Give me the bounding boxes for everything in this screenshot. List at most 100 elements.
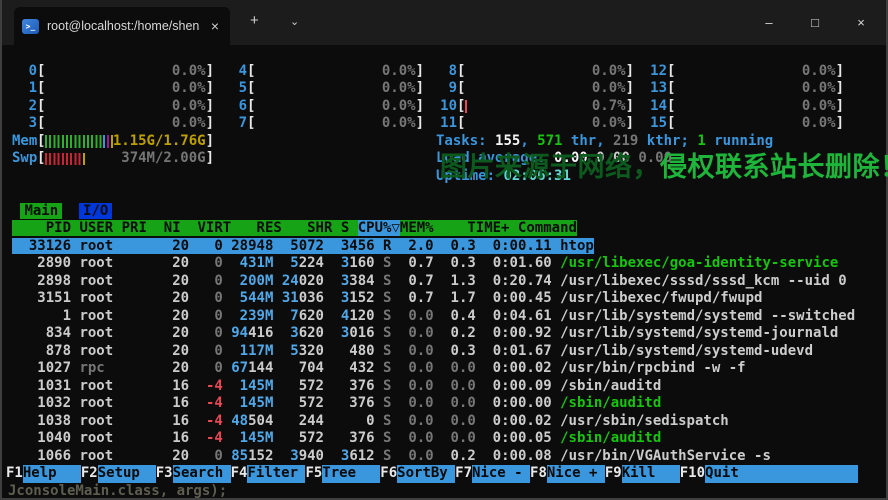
- fkey-quit[interactable]: F10 Quit: [679, 465, 858, 483]
- cpu-meter-8: 8[0.0%]: [448, 62, 634, 79]
- cpu-meter-13: 13[0.0%]: [650, 80, 844, 96]
- column-header-pid[interactable]: PID: [12, 220, 71, 236]
- close-button[interactable]: ×: [838, 0, 884, 45]
- mem-bar-cache: [107, 135, 110, 148]
- cpu-meter-row: 1[0.0%] 5[0.0%] 9[0.0%] 13[0.0%]: [12, 80, 876, 98]
- column-header-ni[interactable]: NI: [155, 220, 181, 236]
- column-header-res[interactable]: RES: [240, 220, 282, 236]
- background-artifact-text: JconsoleMain.class, args);: [8, 482, 228, 499]
- column-header-pri[interactable]: PRI: [122, 220, 147, 236]
- process-row: 2890 root 20 0 431M 5224 3160 S 0.7 0.3 …: [12, 255, 876, 273]
- process-row: 1066 root 20 0 85152 3940 3612 S 0.0 0.2…: [12, 448, 876, 466]
- column-header-time[interactable]: TIME+: [442, 220, 509, 236]
- process-row: 1032 root 16 -4 145M 572 376 S 0.0 0.0 0…: [12, 395, 876, 413]
- fkey-sortby[interactable]: F6 SortBy: [380, 465, 456, 483]
- fkey-search[interactable]: F3 Search: [155, 465, 231, 483]
- function-key-row: F1 Help F2 Setup F3 Search F4 Filter F5 Tree F6 Sor…: [6, 465, 876, 483]
- cpu-meter-5: 5[0.0%]: [238, 80, 424, 96]
- column-header-s[interactable]: S: [341, 220, 349, 236]
- process-row-text[interactable]: 1031 root 16 -4 145M 572 376 S 0.0 0.0 0…: [12, 378, 661, 394]
- cpu-meter-14: 14[0.0%]: [650, 97, 844, 114]
- mem-bars-used: [45, 135, 104, 148]
- table-header: PID USER PRI NI VIRT RES SHR S CPU%▽MEM%…: [12, 220, 577, 236]
- process-row: 1027 rpc 20 0 67144 704 432 S 0.0 0.0 0:…: [12, 360, 876, 378]
- htop-tab-bar: Main I/O: [12, 202, 876, 221]
- process-row: 834 root 20 0 94416 3620 3016 S 0.0 0.2 …: [12, 325, 876, 343]
- cpu-meter-15: 15[0.0%]: [650, 115, 844, 131]
- cpu-meter-row: 2[0.0%] 6[0.0%] 10[0.7%] 14[0.0%]: [12, 98, 876, 116]
- cpu-meter-7: 7[0.0%]: [238, 115, 424, 131]
- table-header-row: PID USER PRI NI VIRT RES SHR S CPU%▽MEM%…: [12, 220, 876, 238]
- column-header-cpu[interactable]: CPU%▽: [357, 220, 400, 236]
- title-bar: >_ root@localhost:/home/shensl × + ⌄ – □…: [2, 0, 886, 45]
- cpu-meter-6: 6[0.0%]: [238, 97, 424, 114]
- watermark-text: 图片来源于网络，侵权联系站长删除！: [440, 152, 888, 183]
- cpu-meter-3: 3[0.0%]: [28, 115, 214, 131]
- cpu-meter-row: 3[0.0%] 7[0.0%] 11[0.0%] 15[0.0%]: [12, 115, 876, 133]
- mem-meter: Mem[1.15G/1.76G]: [12, 132, 214, 149]
- cpu-meter-12: 12[0.0%]: [650, 62, 844, 79]
- swap-bars-used: [45, 152, 82, 165]
- terminal-tab[interactable]: >_ root@localhost:/home/shensl ×: [14, 7, 230, 45]
- fkey-tree[interactable]: F5 Tree: [305, 465, 381, 483]
- mem-bar-buffers: [103, 135, 106, 148]
- cpu-meter-9: 9[0.0%]: [448, 80, 634, 96]
- column-header-command[interactable]: Command: [518, 220, 577, 236]
- function-key-bar: F1 Help F2 Setup F3 Search F4 Filter F5 Tree F6 Sor…: [6, 465, 858, 483]
- cpu-meter-10: 10[0.7%]: [440, 97, 634, 114]
- column-header-shr[interactable]: SHR: [290, 220, 332, 236]
- tab-title: root@localhost:/home/shensl: [47, 19, 200, 33]
- fkey-kill[interactable]: F9 Kill: [604, 465, 680, 483]
- selected-process-row[interactable]: 33126 root 20 0 28948 5072 3456 R 2.0 0.…: [12, 237, 594, 254]
- tab-dropdown-icon[interactable]: ⌄: [290, 15, 299, 28]
- process-row-text[interactable]: 1066 root 20 0 85152 3940 3612 S 0.0 0.2…: [12, 448, 771, 464]
- process-row-text[interactable]: 1038 root 16 -4 48504 244 0 S 0.0 0.0 0:…: [12, 413, 728, 429]
- process-row-text[interactable]: 1032 root 16 -4 145M 572 376 S 0.0 0.0 0…: [12, 395, 661, 411]
- process-row-text[interactable]: 1027 rpc 20 0 67144 704 432 S 0.0 0.0 0:…: [12, 360, 745, 376]
- column-header-mem[interactable]: MEM%: [400, 220, 434, 236]
- htop-tab-main[interactable]: Main: [20, 202, 63, 219]
- cpu-meter-4: 4[0.0%]: [238, 62, 424, 79]
- swap-bar-cache: [83, 152, 86, 165]
- htop-screen: 0[0.0%] 4[0.0%] 8[0.0%] 12[0.0%] 1[0.0%] 5[0.…: [2, 45, 886, 498]
- cpu-meter-1: 1[0.0%]: [28, 80, 214, 96]
- new-tab-button[interactable]: +: [250, 12, 259, 29]
- process-row-text[interactable]: 834 root 20 0 94416 3620 3016 S 0.0 0.2 …: [12, 325, 839, 341]
- htop-tab-io[interactable]: I/O: [79, 202, 113, 219]
- tab-close-icon[interactable]: ×: [208, 18, 222, 34]
- swap-meter: Swp[374M/2.00G]: [12, 150, 214, 166]
- memory-row: Mem[1.15G/1.76G] Tasks: 155, 571 thr, 219…: [12, 133, 876, 151]
- process-row: 1031 root 16 -4 145M 572 376 S 0.0 0.0 0…: [12, 378, 876, 396]
- fkey-nice[interactable]: F8 Nice +: [530, 465, 605, 483]
- process-row: 1040 root 16 -4 145M 572 376 S 0.0 0.0 0…: [12, 430, 876, 448]
- process-row: 1 root 20 0 239M 7620 4120 S 0.0 0.4 0:0…: [12, 308, 876, 326]
- column-header-virt[interactable]: VIRT: [189, 220, 232, 236]
- process-row-text[interactable]: 2890 root 20 0 431M 5224 3160 S 0.7 0.3 …: [12, 255, 838, 271]
- fkey-setup[interactable]: F2 Setup: [80, 465, 156, 483]
- process-row-text[interactable]: 1040 root 16 -4 145M 572 376 S 0.0 0.0 0…: [12, 430, 661, 446]
- process-row: 878 root 20 0 117M 5320 480 S 0.0 0.3 0:…: [12, 343, 876, 361]
- cpu-meter-0: 0[0.0%]: [28, 62, 214, 79]
- cpu-meter-2: 2[0.0%]: [28, 97, 214, 114]
- process-row: 33126 root 20 0 28948 5072 3456 R 2.0 0.…: [12, 237, 876, 256]
- process-row-text[interactable]: 2898 root 20 0 200M 24020 3384 S 0.7 1.3…: [12, 273, 846, 289]
- process-row: 1038 root 16 -4 48504 244 0 S 0.0 0.0 0:…: [12, 413, 876, 431]
- cpu-usage-bar: [465, 100, 468, 113]
- cpu-meter-11: 11[0.0%]: [440, 115, 634, 131]
- process-row-text[interactable]: 1 root 20 0 239M 7620 4120 S 0.0 0.4 0:0…: [12, 308, 856, 324]
- fkey-nice[interactable]: F7 Nice -: [455, 465, 531, 483]
- process-row: 3151 root 20 0 544M 31036 3152 S 0.7 1.7…: [12, 290, 876, 308]
- tasks-summary: Tasks: 155, 571 thr, 219 kthr; 1 running: [436, 132, 774, 149]
- powershell-icon: >_: [22, 18, 39, 34]
- process-row-text[interactable]: 3151 root 20 0 544M 31036 3152 S 0.7 1.7…: [12, 290, 762, 306]
- column-header-user[interactable]: USER: [79, 220, 113, 236]
- process-row-text[interactable]: 878 root 20 0 117M 5320 480 S 0.0 0.3 0:…: [12, 343, 813, 359]
- fkey-help[interactable]: F1 Help: [6, 465, 81, 483]
- cpu-meter-row: 0[0.0%] 4[0.0%] 8[0.0%] 12[0.0%]: [12, 63, 876, 81]
- maximize-button[interactable]: □: [792, 0, 838, 45]
- fkey-filter[interactable]: F4 Filter: [230, 465, 306, 483]
- process-row: 2898 root 20 0 200M 24020 3384 S 0.7 1.3…: [12, 273, 876, 291]
- minimize-button[interactable]: –: [746, 0, 792, 45]
